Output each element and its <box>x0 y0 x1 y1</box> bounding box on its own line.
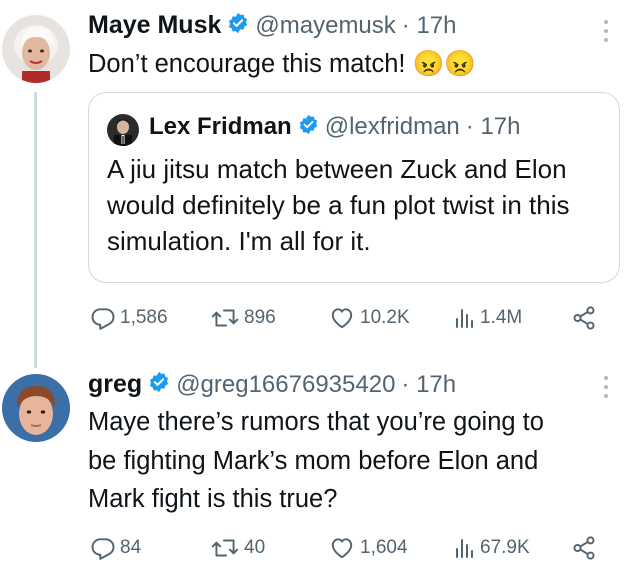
quote-header: Lex Fridman @lexfridman · 17h <box>149 113 520 141</box>
share-button[interactable] <box>570 305 602 331</box>
reply-icon <box>91 308 115 330</box>
heart-icon <box>331 308 353 329</box>
views-chart-icon <box>456 309 473 328</box>
quote-timestamp: · 17h <box>465 113 521 140</box>
views-button[interactable]: 1.4M <box>452 305 522 331</box>
reply-button[interactable]: 84 <box>90 535 141 561</box>
tweet2-text-line: Maye there’s rumors that you’re going to <box>88 408 544 436</box>
heart-icon <box>331 538 353 559</box>
tweet1-text: Don’t encourage this match! 😠😠 <box>88 50 477 78</box>
tweet2-handle[interactable]: @greg16676935420 <box>176 371 395 399</box>
repost-count: 40 <box>244 537 266 558</box>
views-count: 67.9K <box>480 537 530 558</box>
reply-count: 84 <box>120 537 142 558</box>
repost-count: 896 <box>244 307 276 328</box>
tweet2-more-menu-icon[interactable] <box>601 376 611 398</box>
tweet1-more-menu-icon[interactable] <box>601 20 611 42</box>
verified-badge-icon <box>298 114 319 140</box>
tweet2-header: greg @greg16676935420 · 17h <box>88 370 456 399</box>
share-button[interactable] <box>570 535 602 561</box>
tweet2-text-line: be fighting Mark’s mom before Elon and <box>88 447 539 475</box>
tweet1-author-name[interactable]: Maye Musk <box>88 11 221 40</box>
tweet1-timestamp[interactable]: · 17h <box>402 12 457 40</box>
verified-badge-icon <box>227 12 249 39</box>
like-button[interactable]: 1,604 <box>328 535 408 561</box>
tweet2-author-name[interactable]: greg <box>88 370 142 399</box>
like-count: 10.2K <box>360 307 410 328</box>
views-button[interactable]: 67.9K <box>452 535 530 561</box>
views-chart-icon <box>456 539 473 558</box>
tweet2-text-line: Mark fight is this true? <box>88 485 338 513</box>
quoted-tweet-card[interactable]: Lex Fridman @lexfridman · 17h A jiu jits… <box>88 92 620 283</box>
share-icon <box>573 536 595 560</box>
reply-count: 1,586 <box>120 307 168 328</box>
maye-musk-avatar[interactable] <box>2 15 70 83</box>
views-count: 1.4M <box>480 307 523 328</box>
quote-handle: @lexfridman <box>324 113 460 140</box>
quote-text: A jiu jitsu match between Zuck and Elon … <box>107 154 570 256</box>
quote-author-name: Lex Fridman <box>149 113 292 140</box>
repost-icon <box>211 309 239 327</box>
repost-button[interactable]: 896 <box>210 305 276 331</box>
repost-button[interactable]: 40 <box>210 535 265 561</box>
greg-avatar[interactable] <box>2 374 70 442</box>
repost-icon <box>211 539 239 557</box>
like-button[interactable]: 10.2K <box>328 305 410 331</box>
like-count: 1,604 <box>360 537 408 558</box>
tweet1-header: Maye Musk @mayemusk · 17h <box>88 11 456 40</box>
reply-button[interactable]: 1,586 <box>90 305 168 331</box>
tweet2-timestamp[interactable]: · 17h <box>401 371 456 399</box>
tweet2-action-bar: 84 40 1,604 67.9K <box>0 535 640 562</box>
verified-badge-icon <box>148 371 170 398</box>
lex-fridman-avatar <box>107 114 139 146</box>
tweet1-action-bar: 1,586 896 10.2K 1.4M <box>0 305 640 335</box>
share-icon <box>573 306 595 330</box>
tweet1-handle[interactable]: @mayemusk <box>255 12 395 40</box>
reply-icon <box>91 538 115 560</box>
